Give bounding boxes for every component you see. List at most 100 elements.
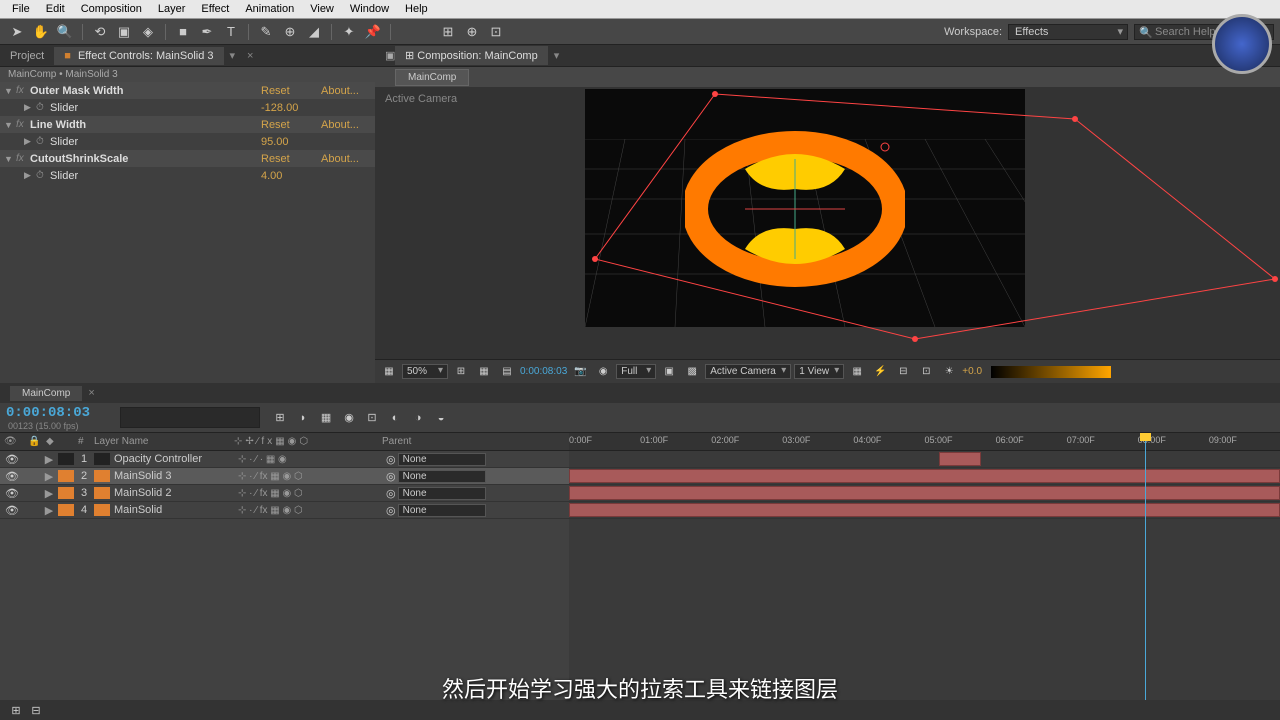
menu-file[interactable]: File	[4, 1, 38, 17]
stopwatch-icon[interactable]: ⏱	[36, 102, 50, 113]
layer-switches[interactable]: ⊹ · ∕ · ▦ ◉	[238, 454, 386, 465]
effect-about-link[interactable]: About...	[321, 153, 371, 165]
menu-effect[interactable]: Effect	[193, 1, 237, 17]
layer-color-swatch[interactable]	[58, 470, 74, 482]
effect-reset-link[interactable]: Reset	[261, 153, 321, 165]
shy-icon[interactable]: ◗	[293, 409, 313, 427]
layer-name[interactable]: MainSolid 3	[112, 470, 238, 482]
axis-local-icon[interactable]: ⊞	[437, 22, 459, 42]
zoom-dropdown[interactable]: 50%	[402, 364, 448, 379]
layer-color-swatch[interactable]	[58, 504, 74, 516]
layer-color-swatch[interactable]	[58, 487, 74, 499]
view-dropdown[interactable]: 1 View	[794, 364, 844, 379]
draft-3d-icon[interactable]: ◑	[408, 409, 428, 427]
effect-controls-tab[interactable]: ■ Effect Controls: MainSolid 3	[54, 47, 223, 65]
menu-animation[interactable]: Animation	[237, 1, 302, 17]
track-row[interactable]	[569, 451, 1280, 468]
brainstorm-icon[interactable]: ◐	[385, 409, 405, 427]
effect-about-link[interactable]: About...	[321, 85, 371, 97]
grid-icon[interactable]: ▦	[474, 363, 494, 381]
parent-dropdown[interactable]: None	[398, 470, 486, 483]
effect-name[interactable]: Outer Mask Width	[30, 85, 261, 97]
twirl-icon[interactable]: ▶	[42, 487, 56, 500]
axis-world-icon[interactable]: ⊕	[461, 22, 483, 42]
layer-name[interactable]: MainSolid 2	[112, 487, 238, 499]
parent-dropdown[interactable]: None	[398, 453, 486, 466]
visibility-toggle-icon[interactable]: 👁	[0, 504, 24, 517]
preview-viewport[interactable]	[585, 89, 1025, 327]
layer-row[interactable]: 👁▶3MainSolid 2⊹ · ∕ fx ▦ ◉ ⬡◎None	[0, 485, 569, 502]
effect-reset-link[interactable]: Reset	[261, 119, 321, 131]
visibility-toggle-icon[interactable]: 👁	[0, 470, 24, 483]
menu-view[interactable]: View	[302, 1, 342, 17]
eraser-tool-icon[interactable]: ◢	[303, 22, 325, 42]
layer-color-swatch[interactable]	[94, 453, 110, 465]
effect-name[interactable]: Line Width	[30, 119, 261, 131]
twirl-icon[interactable]: ▶	[42, 470, 56, 483]
panel-menu-icon[interactable]: ▾	[548, 49, 566, 62]
track-row[interactable]	[569, 485, 1280, 502]
effect-about-link[interactable]: About...	[321, 119, 371, 131]
timeline-tab[interactable]: MainComp	[10, 386, 82, 401]
layer-bar[interactable]	[569, 469, 1280, 483]
axis-view-icon[interactable]: ⊡	[485, 22, 507, 42]
menu-composition[interactable]: Composition	[73, 1, 150, 17]
panel-menu-icon[interactable]: ▾	[224, 49, 242, 62]
comp-sub-tab[interactable]: MainComp	[395, 69, 469, 86]
slider-value[interactable]: 4.00	[261, 170, 371, 182]
twirl-icon[interactable]: ▶	[42, 504, 56, 517]
selection-tool-icon[interactable]: ➤	[6, 22, 28, 42]
layer-switches[interactable]: ⊹ · ∕ fx ▦ ◉ ⬡	[238, 471, 386, 482]
magnify-icon[interactable]: ▦	[379, 363, 399, 381]
layer-bar[interactable]	[939, 452, 982, 466]
zoom-tool-icon[interactable]: 🔍	[54, 22, 76, 42]
fx-icon[interactable]: fx	[16, 119, 30, 130]
close-tab-icon[interactable]: ×	[241, 50, 259, 62]
twirl-icon[interactable]: ▼	[4, 120, 16, 130]
layer-row[interactable]: 👁▶4MainSolid⊹ · ∕ fx ▦ ◉ ⬡◎None	[0, 502, 569, 519]
timeline-timecode[interactable]: 0:00:08:03	[6, 405, 90, 421]
layer-switches[interactable]: ⊹ · ∕ fx ▦ ◉ ⬡	[238, 505, 386, 516]
text-tool-icon[interactable]: T	[220, 22, 242, 42]
camera-dropdown[interactable]: Active Camera	[705, 364, 791, 379]
hand-tool-icon[interactable]: ✋	[30, 22, 52, 42]
layer-bar[interactable]	[569, 503, 1280, 517]
resolution-icon[interactable]: ⊞	[451, 363, 471, 381]
composition-tab[interactable]: ⊞ Composition: MainComp	[395, 46, 548, 65]
project-tab[interactable]: Project	[0, 47, 54, 65]
mask-outline-icon[interactable]	[495, 79, 1280, 399]
pickwhip-icon[interactable]: ◎	[386, 453, 396, 466]
effect-name[interactable]: CutoutShrinkScale	[30, 153, 261, 165]
menu-edit[interactable]: Edit	[38, 1, 73, 17]
menu-help[interactable]: Help	[397, 1, 436, 17]
layer-switches[interactable]: ⊹ · ∕ fx ▦ ◉ ⬡	[238, 488, 386, 499]
camera-tool-icon[interactable]: ▣	[113, 22, 135, 42]
layer-color-swatch[interactable]	[94, 504, 110, 516]
brush-tool-icon[interactable]: ✎	[255, 22, 277, 42]
workspace-dropdown[interactable]: Effects	[1008, 24, 1128, 40]
layer-color-swatch[interactable]	[58, 453, 74, 465]
layer-name[interactable]: MainSolid	[112, 504, 238, 516]
pickwhip-icon[interactable]: ◎	[386, 487, 396, 500]
fx-icon[interactable]: fx	[16, 153, 30, 164]
puppet-tool-icon[interactable]: 📌	[362, 22, 384, 42]
twirl-icon[interactable]: ▶	[24, 102, 36, 113]
slider-value[interactable]: -128.00	[261, 102, 371, 114]
pan-behind-icon[interactable]: ◈	[137, 22, 159, 42]
menu-layer[interactable]: Layer	[150, 1, 194, 17]
visibility-toggle-icon[interactable]: 👁	[0, 453, 24, 466]
ray-trace-icon[interactable]: ◒	[431, 409, 451, 427]
fx-icon[interactable]: fx	[16, 85, 30, 96]
layer-color-swatch[interactable]	[94, 487, 110, 499]
clone-tool-icon[interactable]: ⊕	[279, 22, 301, 42]
motion-blur-icon[interactable]: ◉	[339, 409, 359, 427]
twirl-icon[interactable]: ▼	[4, 154, 16, 164]
graph-editor-icon[interactable]: ⊡	[362, 409, 382, 427]
pickwhip-icon[interactable]: ◎	[386, 504, 396, 517]
viewer-area[interactable]: Active Camera	[375, 87, 1280, 359]
timeline-search-input[interactable]	[120, 407, 260, 428]
twirl-icon[interactable]: ▶	[42, 453, 56, 466]
pickwhip-icon[interactable]: ◎	[386, 470, 396, 483]
visibility-toggle-icon[interactable]: 👁	[0, 487, 24, 500]
close-tab-icon[interactable]: ×	[82, 387, 100, 399]
